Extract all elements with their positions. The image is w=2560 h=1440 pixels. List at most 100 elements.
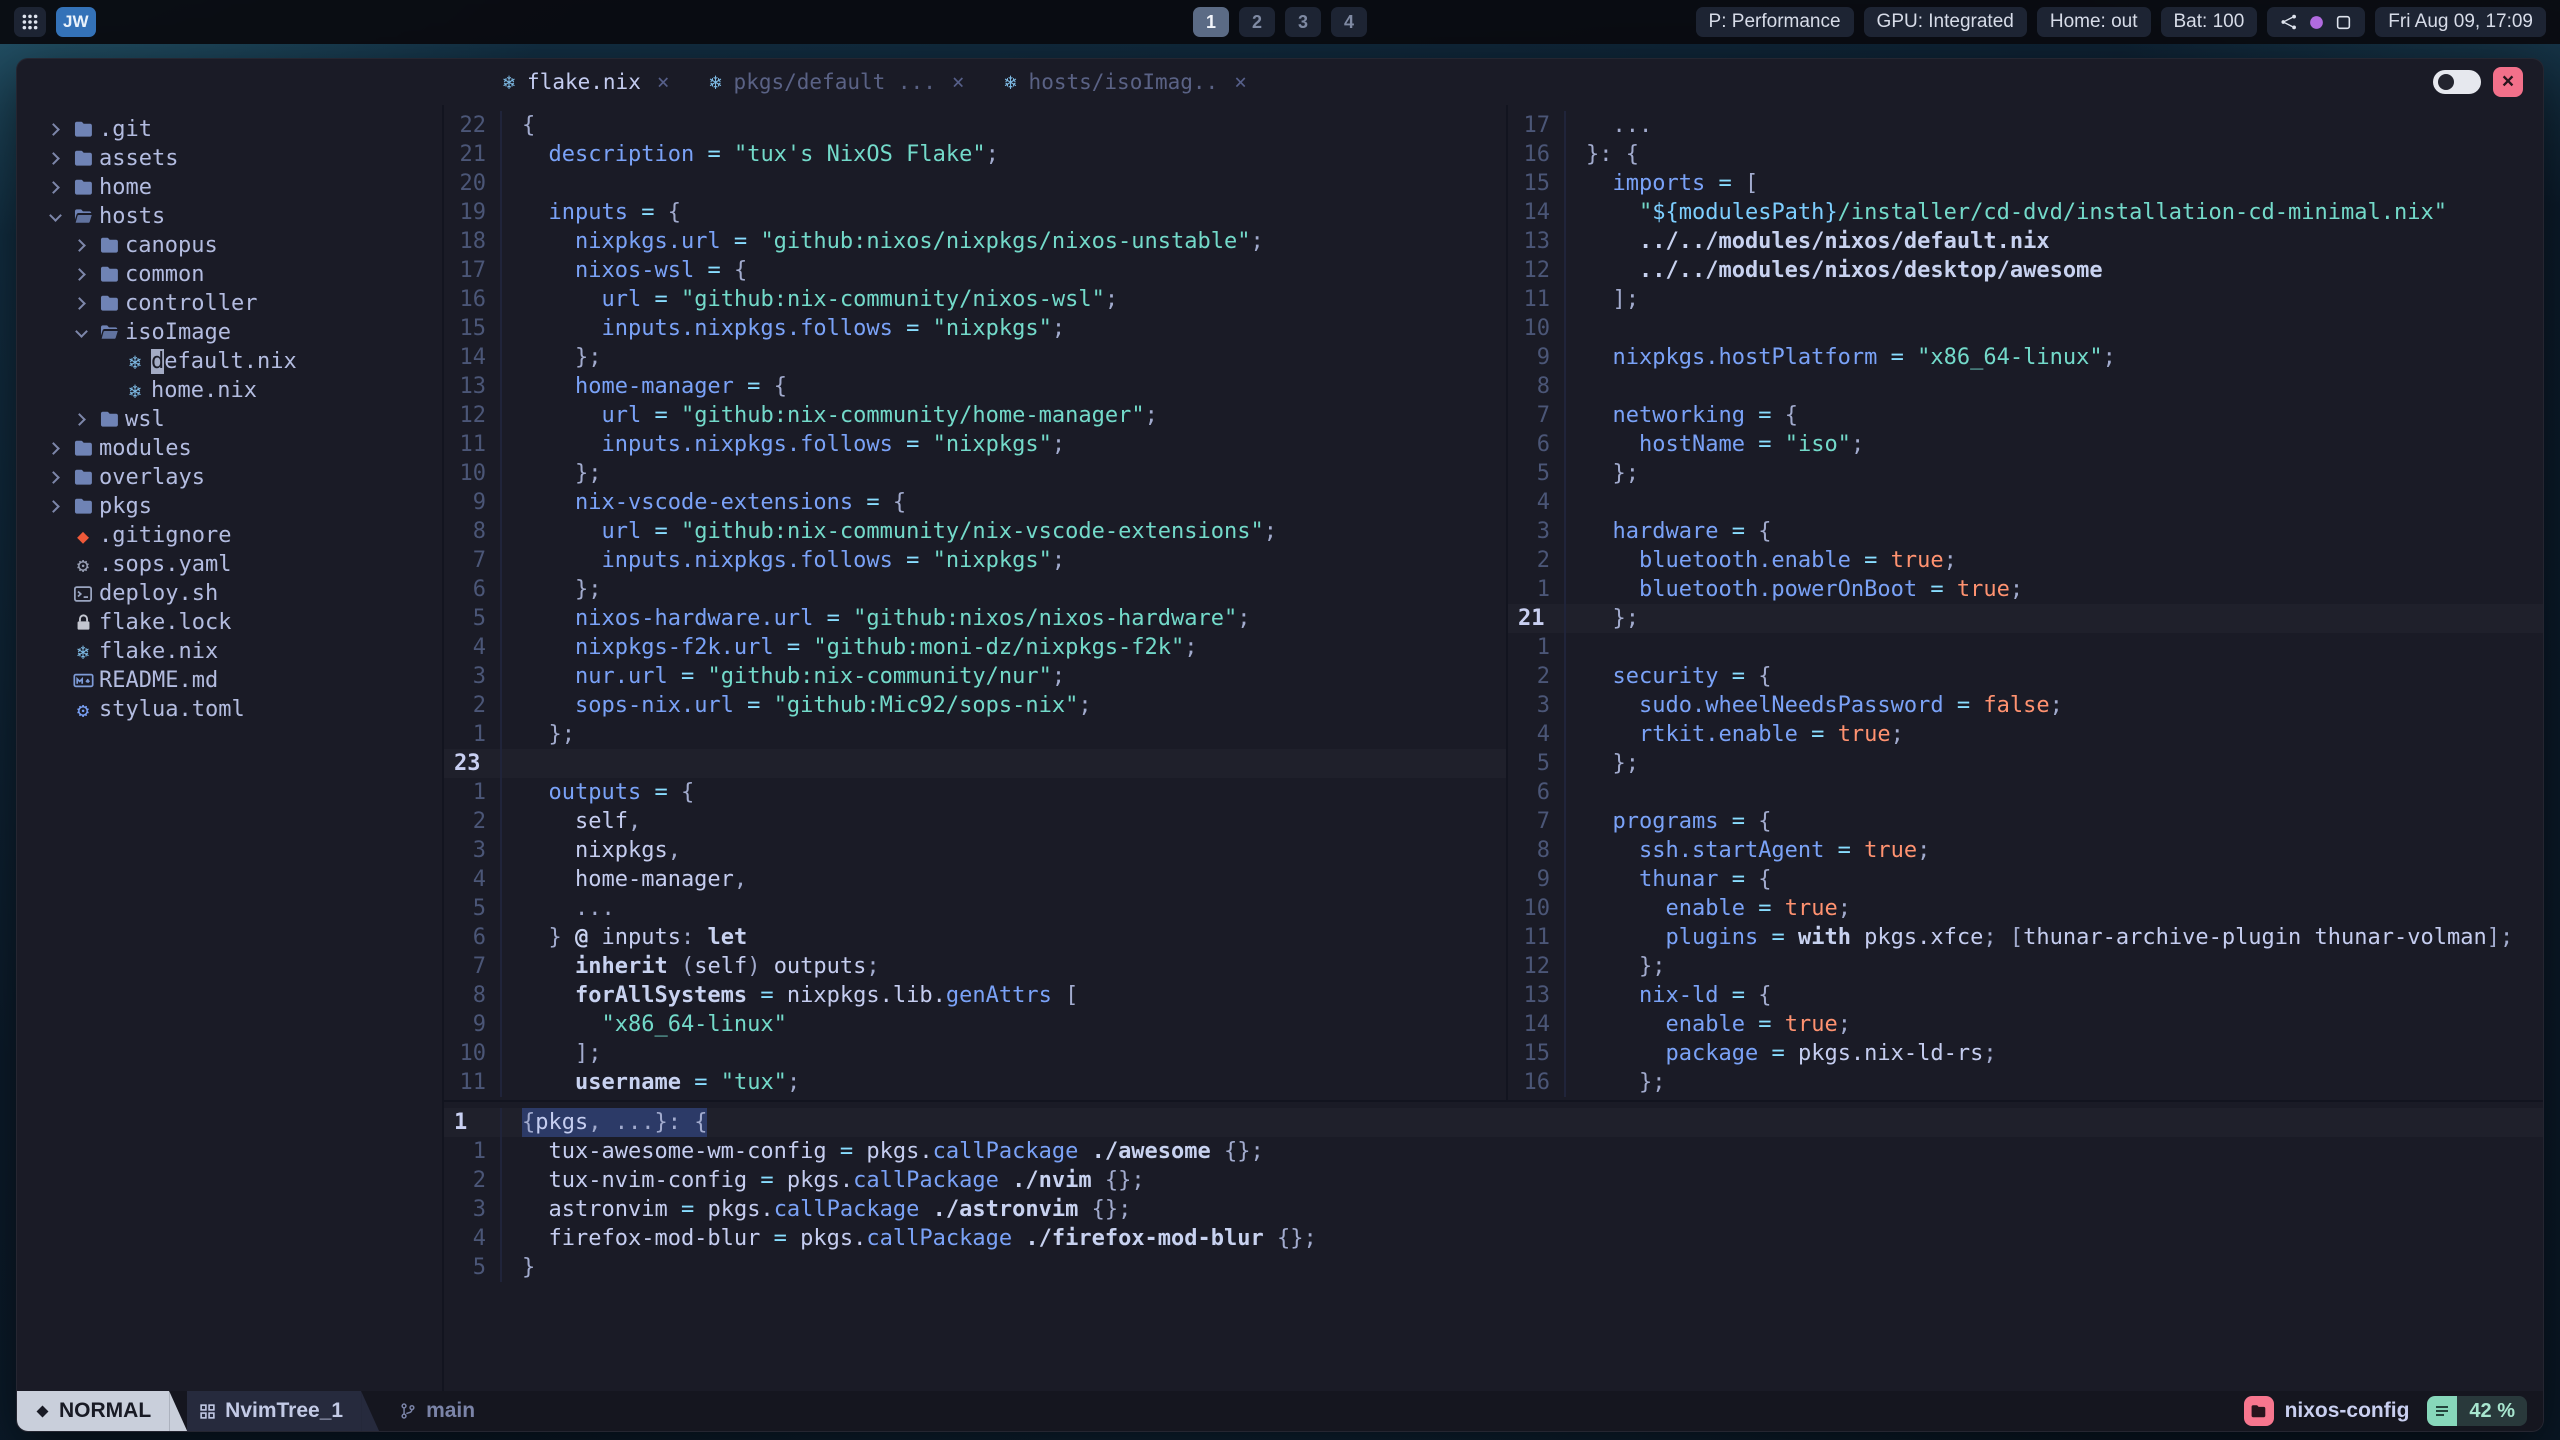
- editor-pane-flake-nix[interactable]: 22{21 description = "tux's NixOS Flake";…: [444, 105, 1506, 1100]
- line-number: 12: [1508, 952, 1566, 981]
- tree-item[interactable]: README.md: [43, 666, 442, 695]
- tree-item[interactable]: controller: [43, 289, 442, 318]
- code-line: 3 nixpkgs,: [444, 836, 1506, 865]
- editor-pane-pkgs-default-nix[interactable]: 1 {pkgs, ...}: {1 tux-awesome-wm-config =…: [444, 1100, 2543, 1391]
- code-line: 13 nix-ld = {: [1508, 981, 2543, 1010]
- line-number: 10: [1508, 314, 1566, 343]
- code-line: 3 astronvim = pkgs.callPackage ./astronv…: [444, 1195, 2543, 1224]
- editor-area: 22{21 description = "tux's NixOS Flake";…: [442, 105, 2543, 1391]
- nix-icon: ❄: [76, 639, 90, 664]
- apps-launcher-button[interactable]: [14, 7, 46, 37]
- tree-item[interactable]: ◆ .gitignore: [43, 521, 442, 550]
- tree-item[interactable]: deploy.sh: [43, 579, 442, 608]
- tray-icon[interactable]: [2335, 14, 2352, 31]
- line-number: 9: [444, 1010, 502, 1039]
- tree-item[interactable]: ❄ flake.nix: [43, 637, 442, 666]
- tree-item[interactable]: common: [43, 260, 442, 289]
- tree-item-label: hosts: [99, 204, 166, 229]
- status-pill-battery[interactable]: Bat: 100: [2160, 7, 2258, 37]
- tree-item[interactable]: assets: [43, 144, 442, 173]
- tree-item-label: wsl: [125, 407, 165, 432]
- tab-close-icon[interactable]: ×: [1234, 70, 1247, 94]
- workspace-button[interactable]: 1: [1193, 7, 1229, 37]
- tab[interactable]: ❄ pkgs/default ... ×: [690, 59, 985, 105]
- tree-item[interactable]: flake.lock: [43, 608, 442, 637]
- code-line: 6 } @ inputs: let: [444, 923, 1506, 952]
- theme-dot-icon[interactable]: [2308, 14, 2325, 31]
- tree-item[interactable]: home: [43, 173, 442, 202]
- mode-label: NORMAL: [59, 1399, 152, 1422]
- tree-item[interactable]: ❄ home.nix: [43, 376, 442, 405]
- network-share-icon[interactable]: [2280, 13, 2298, 31]
- code-line: 3 hardware = {: [1508, 517, 2543, 546]
- code-text: };: [522, 722, 575, 747]
- tree-item[interactable]: .git: [43, 115, 442, 144]
- nix-icon: ❄: [128, 349, 142, 374]
- tree-item-label: controller: [125, 291, 258, 316]
- code-text: url = "github:nix-community/nixos-wsl";: [601, 287, 1119, 312]
- tree-item-label: common: [125, 262, 205, 287]
- code-text: tux-nvim-config = pkgs.callPackage ./nvi…: [522, 1168, 1145, 1193]
- line-number: 6: [444, 575, 502, 604]
- code-line: 17 ...: [1508, 111, 2543, 140]
- code-text: sops-nix.url = "github:Mic92/sops-nix";: [574, 693, 1092, 718]
- line-number: 14: [1508, 198, 1566, 227]
- tree-item[interactable]: overlays: [43, 463, 442, 492]
- workspace-button[interactable]: 4: [1331, 7, 1367, 37]
- code-text: bluetooth.enable = true;: [1638, 548, 1957, 573]
- folder-icon: [93, 235, 125, 256]
- code-line: 15 inputs.nixpkgs.follows = "nixpkgs";: [444, 314, 1506, 343]
- line-number: 3: [444, 1195, 502, 1224]
- tab[interactable]: ❄ flake.nix ×: [483, 59, 690, 105]
- pin-toggle[interactable]: [2433, 70, 2481, 94]
- line-number: 12: [444, 401, 502, 430]
- line-number: 6: [1508, 778, 1566, 807]
- line-number: 6: [444, 923, 502, 952]
- line-number: 4: [444, 1224, 502, 1253]
- line-number: 7: [444, 546, 502, 575]
- tree-item[interactable]: pkgs: [43, 492, 442, 521]
- line-number: 14: [444, 343, 502, 372]
- status-pill-gpu[interactable]: GPU: Integrated: [1863, 7, 2027, 37]
- code-text: };: [1586, 606, 1639, 631]
- status-pill-power-profile[interactable]: P: Performance: [1695, 7, 1854, 37]
- tree-item[interactable]: modules: [43, 434, 442, 463]
- chevron-right-icon: [43, 183, 67, 192]
- folder-icon: [67, 177, 99, 198]
- line-number: 1: [1508, 575, 1566, 604]
- window-close-button[interactable]: ×: [2493, 67, 2523, 97]
- tab-close-icon[interactable]: ×: [952, 70, 965, 94]
- tree-item[interactable]: wsl: [43, 405, 442, 434]
- folder-open-icon: [67, 206, 99, 227]
- git-branch-icon: [399, 1402, 417, 1420]
- apps-grid-icon: [22, 14, 38, 30]
- tree-item-label: .sops.yaml: [99, 552, 232, 577]
- code-text: forAllSystems = nixpkgs.lib.genAttrs [: [522, 983, 1079, 1008]
- code-line: 10: [1508, 314, 2543, 343]
- code-text: } @ inputs: let: [522, 925, 748, 950]
- line-number: 4: [444, 633, 502, 662]
- file-explorer[interactable]: .git assets home hosts canopus common controll…: [17, 105, 442, 1391]
- workspace-button[interactable]: 2: [1239, 7, 1275, 37]
- line-number: 9: [444, 488, 502, 517]
- tab-close-icon[interactable]: ×: [657, 70, 670, 94]
- tree-item[interactable]: ⚙ stylua.toml: [43, 695, 442, 724]
- code-line: 1 outputs = {: [444, 778, 1506, 807]
- tree-item[interactable]: hosts: [43, 202, 442, 231]
- powerline-separator: [361, 1391, 380, 1431]
- chevron-right-icon: [43, 502, 67, 511]
- code-text: bluetooth.powerOnBoot = true;: [1638, 577, 2024, 602]
- tree-item[interactable]: canopus: [43, 231, 442, 260]
- tree-item-label: home: [99, 175, 152, 200]
- tree-item-label: canopus: [125, 233, 218, 258]
- tree-item[interactable]: ⚙ .sops.yaml: [43, 550, 442, 579]
- tree-item[interactable]: ❄ default.nix: [43, 347, 442, 376]
- workspace-button[interactable]: 3: [1285, 7, 1321, 37]
- tab[interactable]: ❄ hosts/isoImag.. ×: [985, 59, 1267, 105]
- code-line: 17 nixos-wsl = {: [444, 256, 1506, 285]
- editor-pane-hosts-isoimage-default-nix[interactable]: 17 ... 16}: {15 imports = [14 "${modulesP…: [1506, 105, 2543, 1100]
- status-pill-home[interactable]: Home: out: [2036, 7, 2151, 37]
- line-number: 2: [1508, 662, 1566, 691]
- tree-item[interactable]: isoImage: [43, 318, 442, 347]
- toggle-knob-icon: [2438, 74, 2454, 90]
